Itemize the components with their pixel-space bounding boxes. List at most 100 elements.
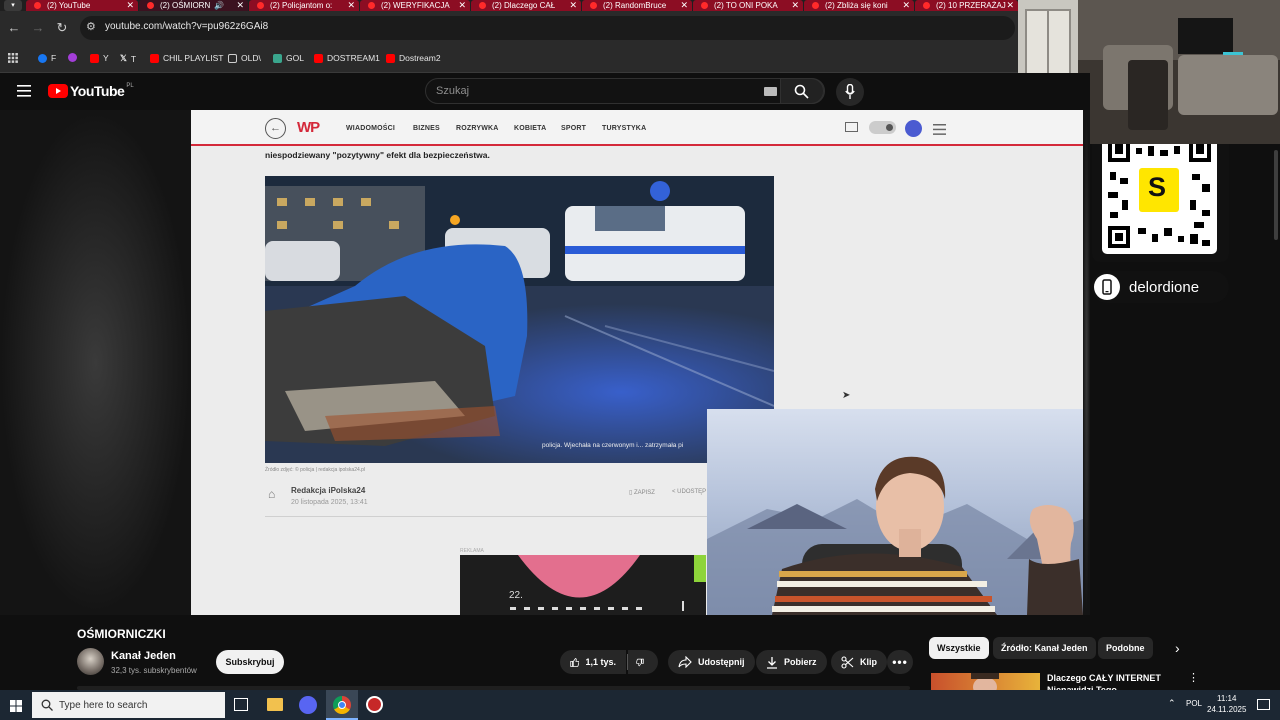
clip-button[interactable]: Klip [831,650,887,674]
browser-tab[interactable]: (2) Policjantom o: ✕ [249,0,359,11]
bookmark-label: OLD\ [241,53,261,63]
browser-tab[interactable]: (2) Zbliża się koni ✕ [804,0,914,11]
user-avatar-icon[interactable] [905,120,922,137]
bookmark-old[interactable]: OLD\ [228,53,261,63]
mail-icon[interactable] [845,122,858,132]
nav-item[interactable]: SPORT [561,125,586,132]
tab-title: (2) Dlaczego CAŁ [492,1,556,10]
browser-tab-active[interactable]: (2) OŚMIORN 🔊 ✕ [139,0,248,11]
channel-avatar[interactable] [77,648,104,675]
apps-grid-icon[interactable] [8,53,18,63]
wp-logo[interactable]: WP [297,119,320,136]
browser-tab[interactable]: (2) Dlaczego CAŁ ✕ [471,0,581,11]
address-bar[interactable]: ⚙ youtube.com/watch?v=pu962z6GAi8 [80,16,1015,40]
menu-icon[interactable] [933,122,946,140]
nav-item[interactable]: WIADOMOŚCI [346,125,395,132]
keyboard-icon[interactable] [764,87,777,96]
chevron-right-icon[interactable]: › [1175,640,1180,656]
chevron-up-icon[interactable]: ⌃ [1168,698,1176,709]
dislike-button[interactable] [628,650,658,674]
url-text[interactable]: youtube.com/watch?v=pu962z6GAi8 [105,21,268,32]
channel-name[interactable]: Kanał Jeden [111,650,176,662]
browser-tab[interactable]: (2) WERYFIKACJA ✕ [360,0,470,11]
thumbs-down-icon [636,658,644,666]
speaker-icon[interactable]: 🔊 [214,1,224,10]
nav-item[interactable]: BIZNES [413,125,440,132]
bookmark-f[interactable]: F [38,53,56,63]
bookmark-label: Dostream2 [399,53,441,63]
chrome-taskbar-button[interactable] [326,690,358,720]
search-button[interactable] [780,78,824,104]
taskbar-clock[interactable]: 11:14 24.11.2025 [1207,693,1246,715]
site-settings-icon[interactable]: ⚙ [86,20,96,33]
close-icon[interactable]: ✕ [902,0,910,11]
notification-icon[interactable] [1257,699,1270,710]
chrome-icon [333,696,351,714]
chip-source[interactable]: Źródło: Kanał Jeden [993,637,1096,659]
nav-item[interactable]: KOBIETA [514,125,546,132]
share-button[interactable]: < UDOSTĘP [672,489,706,495]
bookmark-y[interactable]: Y [90,53,109,63]
close-icon[interactable]: ✕ [126,0,134,11]
more-actions-button[interactable]: ••• [887,650,913,674]
ad-label: REKLAMA [460,548,484,554]
bookmark-messenger[interactable] [68,53,81,62]
obs-icon[interactable] [366,696,383,713]
search-box[interactable]: Szukaj [425,78,825,104]
like-button[interactable]: 1,1 tys. [560,650,626,674]
youtube-icon [314,53,323,63]
close-icon[interactable]: ✕ [569,0,577,11]
recommended-title[interactable]: Dlaczego CAŁY INTERNET Nienawidzi Tego S… [1047,672,1177,690]
reload-icon[interactable]: ↻ [54,20,70,36]
bookmark-gol[interactable]: GOL [273,53,304,63]
article-photo: policja. Wjechała na czerwonym i... zatr… [265,176,774,463]
close-icon[interactable]: ✕ [236,0,244,11]
tab-title: (2) RandomBruce [603,1,667,10]
chip-related[interactable]: Podobne [1098,637,1153,659]
close-icon[interactable]: ✕ [347,0,355,11]
bookmark-chil-playlist[interactable]: CHIL PLAYLIST [150,53,223,63]
taskbar-search[interactable]: Type here to search [32,692,225,718]
theme-toggle[interactable] [869,121,896,134]
subscribe-button[interactable]: Subskrybuj [216,650,284,674]
search-input[interactable]: Szukaj [436,85,469,97]
browser-tab[interactable]: (2) YouTube ✕ [26,0,138,11]
bookmark-dostream1[interactable]: DOSTREAM1 [314,53,380,63]
hamburger-menu-icon[interactable] [17,84,31,102]
close-icon[interactable]: ✕ [680,0,688,11]
advertisement[interactable]: 22. [460,555,706,615]
more-vertical-icon[interactable]: ⋮ [1188,671,1199,684]
bookmark-dostream2[interactable]: Dostream2 [386,53,441,63]
voice-search-button[interactable] [836,78,864,106]
bookmark-t[interactable]: 𝕏T [120,53,136,64]
back-circle-icon[interactable]: ← [265,118,286,139]
close-icon[interactable]: ✕ [1006,0,1014,11]
share-button[interactable]: Udostępnij [668,650,755,674]
forward-arrow-icon[interactable]: → [30,20,46,36]
tab-search-icon[interactable]: ▾ [4,0,22,11]
language-indicator[interactable]: POL [1186,699,1202,708]
page-scrollbar[interactable] [1274,150,1278,240]
browser-tab[interactable]: (2) TO ONI POKA ✕ [693,0,803,11]
task-view-icon[interactable] [234,698,248,711]
video-player[interactable]: ← WP WIADOMOŚCI BIZNES ROZRYWKA KOBIETA … [0,110,1090,615]
close-icon[interactable]: ✕ [791,0,799,11]
close-icon[interactable]: ✕ [458,0,466,11]
file-explorer-icon[interactable] [267,698,283,711]
recommended-thumbnail[interactable] [931,673,1040,690]
back-arrow-icon[interactable]: ← [6,20,22,36]
save-button[interactable]: ▯ ZAPISZ [629,489,655,496]
youtube-logo[interactable]: YouTube PL [48,83,134,99]
browser-tab[interactable]: (2) 10 PRZERAŻAJ ✕ [915,0,1018,11]
streamer-image [707,456,1083,615]
article-author[interactable]: Redakcja iPolska24 [291,486,365,495]
chip-all[interactable]: Wszystkie [929,637,989,659]
nav-item[interactable]: ROZRYWKA [456,125,499,132]
qr-code[interactable]: S [1102,144,1217,254]
browser-tab[interactable]: (2) RandomBruce ✕ [582,0,692,11]
download-button[interactable]: Pobierz [756,650,827,674]
taskbar-search-input[interactable]: Type here to search [59,700,147,711]
windows-start-icon[interactable] [10,699,22,717]
nav-item[interactable]: TURYSTYKA [602,125,646,132]
discord-icon[interactable] [299,696,317,714]
